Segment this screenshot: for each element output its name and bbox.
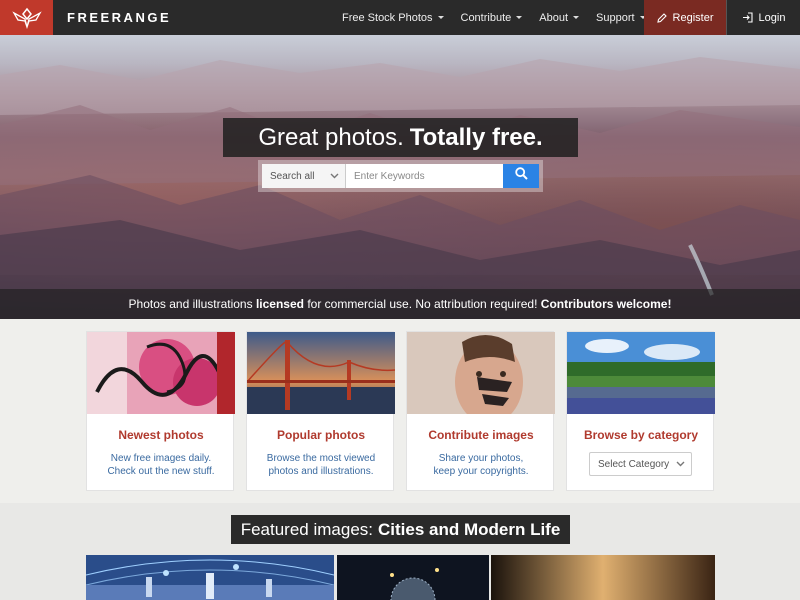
- sign-in-icon: [742, 12, 753, 23]
- card-desc-line: New free images daily.: [110, 453, 212, 464]
- nav-item-support[interactable]: Support: [596, 12, 646, 24]
- card-description: New free images daily. Check out the new…: [95, 452, 227, 478]
- caret-down-icon: [516, 16, 523, 19]
- featured-image-disco-ball[interactable]: [337, 555, 489, 600]
- strip-bold-1: licensed: [255, 297, 304, 311]
- card-desc-line: keep your copyrights.: [433, 466, 529, 477]
- card-popular-photos[interactable]: Popular photos Browse the most viewed ph…: [246, 331, 395, 491]
- caret-down-icon: [573, 16, 580, 19]
- hero-title-bold: Totally free.: [409, 123, 543, 151]
- featured-image-city-network[interactable]: [86, 555, 334, 600]
- login-label: Login: [758, 11, 786, 24]
- hero-title-plain: Great photos.: [258, 123, 404, 151]
- search-scope-value: Search all: [270, 170, 315, 182]
- category-select[interactable]: Select Category: [589, 452, 692, 476]
- feature-cards: Newest photos New free images daily. Che…: [86, 331, 715, 491]
- nav-item-label: Support: [596, 11, 635, 24]
- card-desc-line: Browse the most viewed: [266, 453, 376, 464]
- card-title: Browse by category: [583, 428, 699, 442]
- strip-bold-2: Contributors welcome!: [540, 297, 672, 311]
- card-desc-line: photos and illustrations.: [268, 466, 374, 477]
- nav-item-label: Free Stock Photos: [342, 11, 433, 24]
- search-input[interactable]: Enter Keywords: [346, 164, 503, 188]
- card-description: Share your photos, keep your copyrights.: [415, 452, 547, 478]
- card-desc-line: Share your photos,: [438, 453, 524, 464]
- search-scope-select[interactable]: Search all: [262, 164, 346, 188]
- card-desc-line: Check out the new stuff.: [107, 466, 215, 477]
- main-menu: Free Stock Photos Contribute About Suppo…: [342, 0, 663, 35]
- nav-item-label: Contribute: [460, 11, 512, 24]
- caret-down-icon: [437, 16, 444, 19]
- card-title: Popular photos: [277, 428, 365, 442]
- strip-text-2: for commercial use. No attribution requi…: [307, 297, 538, 311]
- license-banner: Photos and illustrations licensed for co…: [0, 289, 800, 319]
- category-select-value: Select Category: [598, 458, 670, 470]
- painted-face-image: [407, 332, 555, 414]
- search-icon: [514, 167, 528, 185]
- nav-item-label: About: [539, 11, 569, 24]
- bluebonnet-field-image: [567, 332, 715, 414]
- top-nav: FREERANGE Free Stock Photos Contribute A…: [0, 0, 800, 35]
- card-contribute-images[interactable]: Contribute images Share your photos, kee…: [406, 331, 555, 491]
- register-button[interactable]: Register: [644, 0, 726, 35]
- search-bar: Search all Enter Keywords: [258, 160, 543, 192]
- register-label: Register: [672, 11, 714, 24]
- card-description: Browse the most viewed photos and illust…: [255, 452, 387, 478]
- login-button[interactable]: Login: [726, 0, 800, 35]
- featured-label: Featured images:: [240, 519, 373, 539]
- chevron-down-icon: [676, 459, 685, 470]
- brand-name[interactable]: FREERANGE: [67, 10, 171, 25]
- logo-icon: [11, 7, 42, 29]
- search-placeholder: Enter Keywords: [354, 170, 425, 182]
- hero-headline: Great photos. Totally free.: [223, 118, 578, 157]
- strip-text-1: Photos and illustrations: [128, 297, 253, 311]
- golden-gate-image: [247, 332, 395, 414]
- card-title: Contribute images: [428, 428, 534, 442]
- search-button[interactable]: [503, 164, 539, 188]
- chevron-down-icon: [330, 171, 339, 182]
- featured-topic: Cities and Modern Life: [378, 519, 561, 539]
- featured-heading: Featured images: Cities and Modern Life: [231, 515, 570, 544]
- card-newest-photos[interactable]: Newest photos New free images daily. Che…: [86, 331, 235, 491]
- card-browse-by-category: Browse by category Select Category: [566, 331, 715, 491]
- hero-banner: Great photos. Totally free. Search all En…: [0, 35, 800, 319]
- graffiti-image: [87, 332, 235, 414]
- pencil-icon: [656, 12, 667, 23]
- nav-item-free-stock-photos[interactable]: Free Stock Photos: [342, 12, 444, 24]
- card-title: Newest photos: [118, 428, 204, 442]
- logo[interactable]: [0, 0, 53, 35]
- nav-item-contribute[interactable]: Contribute: [461, 12, 523, 24]
- nav-item-about[interactable]: About: [539, 11, 580, 24]
- featured-image-warm-lights[interactable]: [491, 555, 715, 600]
